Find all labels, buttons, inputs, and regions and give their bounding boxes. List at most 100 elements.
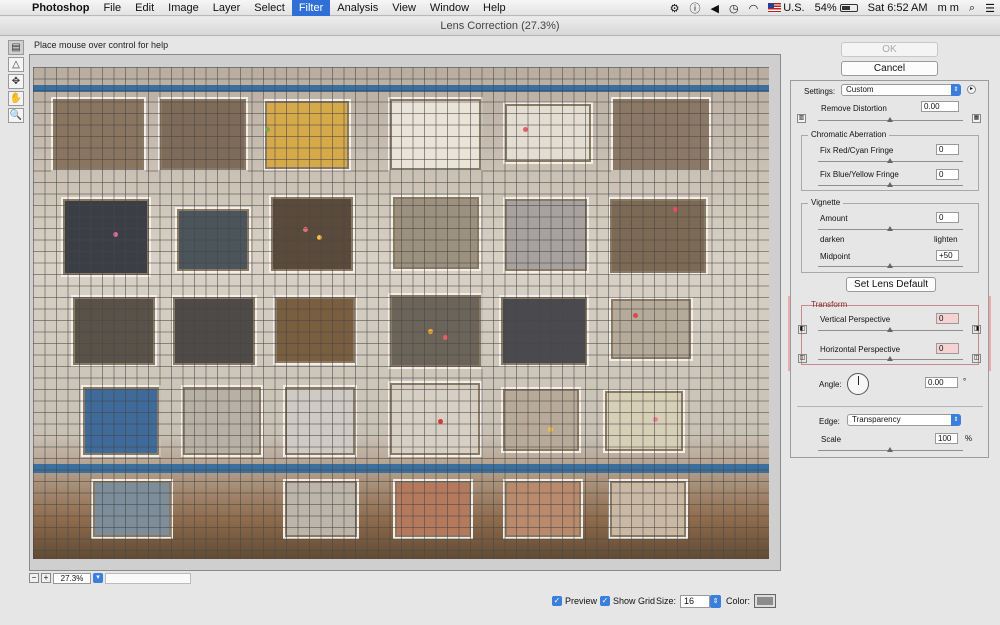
red-cyan-knob[interactable]	[887, 158, 893, 163]
user-name[interactable]: m m	[933, 2, 964, 14]
zoom-dropdown-icon[interactable]: ▾	[93, 573, 103, 583]
scale-field[interactable]: 100	[935, 433, 958, 444]
horizontal-perspective-label: Horizontal Perspective	[820, 345, 901, 354]
edge-select[interactable]: Transparency ⇕	[847, 414, 961, 426]
lighten-label: lighten	[934, 235, 958, 244]
info-icon[interactable]: ⓘ	[685, 0, 706, 16]
midpoint-slider[interactable]	[818, 263, 963, 268]
amount-knob[interactable]	[887, 226, 893, 231]
battery-label: 54%	[814, 2, 837, 14]
angle-label: Angle:	[819, 380, 842, 389]
red-cyan-field[interactable]: 0	[936, 144, 959, 155]
chromatic-aberration-title: Chromatic Aberration	[808, 130, 890, 139]
horizontal-perspective-field[interactable]: 0	[936, 343, 959, 354]
ok-button[interactable]: OK	[841, 42, 938, 57]
red-cyan-label: Fix Red/Cyan Fringe	[820, 146, 894, 155]
input-source[interactable]: U.S.	[763, 2, 809, 14]
menu-view[interactable]: View	[385, 0, 423, 16]
set-lens-default-button[interactable]: Set Lens Default	[846, 277, 936, 292]
show-grid-label: Show Grid	[613, 596, 656, 606]
size-label: Size:	[656, 596, 677, 606]
preview-label: Preview	[565, 596, 598, 606]
battery-status[interactable]: 54%	[810, 2, 863, 14]
wifi-icon[interactable]: ◠	[744, 2, 764, 15]
menu-filter[interactable]: Filter	[291, 0, 331, 16]
midpoint-field[interactable]: +50	[936, 250, 959, 261]
help-text: Place mouse over control for help	[34, 40, 169, 50]
grid-color-swatch[interactable]	[754, 594, 777, 608]
menu-layer[interactable]: Layer	[206, 0, 248, 16]
list-icon[interactable]: ☰	[980, 2, 1000, 15]
remove-distortion-tool-icon[interactable]: ▤	[8, 40, 24, 55]
angle-field[interactable]: 0.00	[925, 377, 958, 388]
grid-size-field[interactable]: 16	[680, 594, 711, 608]
vignette-group: Vignette Amount 0 darken lighten Midpoin…	[801, 198, 979, 273]
move-grid-tool-icon[interactable]: ✥	[8, 74, 24, 89]
menu-edit[interactable]: Edit	[128, 0, 161, 16]
barrel-icon: ▦	[972, 114, 981, 123]
menu-image[interactable]: Image	[161, 0, 206, 16]
horizontal-perspective-slider[interactable]	[818, 356, 963, 361]
scale-slider[interactable]	[818, 447, 963, 452]
blue-yellow-label: Fix Blue/Yellow Fringe	[820, 170, 899, 179]
horizontal-scrollbar[interactable]	[105, 572, 191, 584]
menu-file[interactable]: File	[96, 0, 128, 16]
preview-image	[33, 67, 769, 559]
settings-value: Custom	[846, 85, 874, 94]
dropbox-icon[interactable]: ⚙	[665, 2, 685, 15]
zoom-out-button[interactable]: −	[29, 573, 39, 583]
red-cyan-slider[interactable]	[818, 158, 963, 163]
vignette-title: Vignette	[808, 198, 844, 207]
zoom-tool-icon[interactable]: 🔍	[8, 108, 24, 123]
zoom-in-button[interactable]: +	[41, 573, 51, 583]
blue-yellow-knob[interactable]	[887, 182, 893, 187]
volume-icon[interactable]: ◀	[706, 2, 724, 15]
vertical-perspective-knob[interactable]	[887, 327, 893, 332]
search-icon[interactable]: ⌕	[964, 2, 980, 15]
blue-yellow-slider[interactable]	[818, 182, 963, 187]
hand-tool-icon[interactable]: ✋	[8, 91, 24, 106]
chromatic-aberration-group: Chromatic Aberration Fix Red/Cyan Fringe…	[801, 130, 979, 191]
settings-select[interactable]: Custom ⇕	[841, 84, 961, 96]
menu-app-name[interactable]: Photoshop	[28, 0, 96, 16]
straighten-tool-icon[interactable]: △	[8, 57, 24, 72]
remove-distortion-knob[interactable]	[887, 117, 893, 122]
vertical-perspective-field[interactable]: 0	[936, 313, 959, 324]
edge-label: Edge:	[819, 417, 840, 426]
settings-menu-icon[interactable]: ▸	[967, 85, 976, 94]
show-grid-checkbox[interactable]: ✓ Show Grid	[600, 594, 655, 608]
preview-checkbox[interactable]: ✓ Preview	[552, 594, 597, 608]
amount-field[interactable]: 0	[936, 212, 959, 223]
midpoint-knob[interactable]	[887, 263, 893, 268]
angle-dial[interactable]	[847, 373, 869, 395]
clock[interactable]: Sat 6:52 AM	[863, 2, 933, 14]
horizontal-perspective-knob[interactable]	[887, 356, 893, 361]
horizontal-right-icon: ◫	[972, 354, 981, 363]
blue-yellow-field[interactable]: 0	[936, 169, 959, 180]
us-flag-icon	[768, 3, 782, 12]
zoom-level[interactable]: 27.3%	[53, 572, 91, 584]
menu-window[interactable]: Window	[423, 0, 476, 16]
remove-distortion-field[interactable]: 0.00	[921, 101, 959, 112]
menu-select[interactable]: Select	[247, 0, 292, 16]
menu-help[interactable]: Help	[476, 0, 513, 16]
settings-dropdown-icon: ⇕	[951, 84, 961, 96]
remove-distortion-slider[interactable]	[818, 117, 963, 122]
menu-bar: Photoshop File Edit Image Layer Select F…	[0, 0, 1000, 16]
vertical-right-icon: ◨	[972, 325, 981, 334]
menu-analysis[interactable]: Analysis	[330, 0, 385, 16]
show-grid-check-icon[interactable]: ✓	[600, 596, 610, 606]
scale-knob[interactable]	[887, 447, 893, 452]
grid-size-dropdown-icon[interactable]: ⇕	[710, 594, 722, 608]
vertical-perspective-slider[interactable]	[818, 327, 963, 332]
cancel-button[interactable]: Cancel	[841, 61, 938, 76]
amount-label: Amount	[820, 214, 848, 223]
preview-area[interactable]	[29, 54, 781, 571]
grid-overlay	[33, 67, 769, 559]
amount-slider[interactable]	[818, 226, 963, 231]
midpoint-label: Midpoint	[820, 252, 851, 261]
input-source-label: U.S.	[783, 2, 805, 14]
clock-status-icon[interactable]: ◷	[724, 2, 744, 15]
angle-unit: °	[963, 377, 967, 386]
preview-check-icon[interactable]: ✓	[552, 596, 562, 606]
